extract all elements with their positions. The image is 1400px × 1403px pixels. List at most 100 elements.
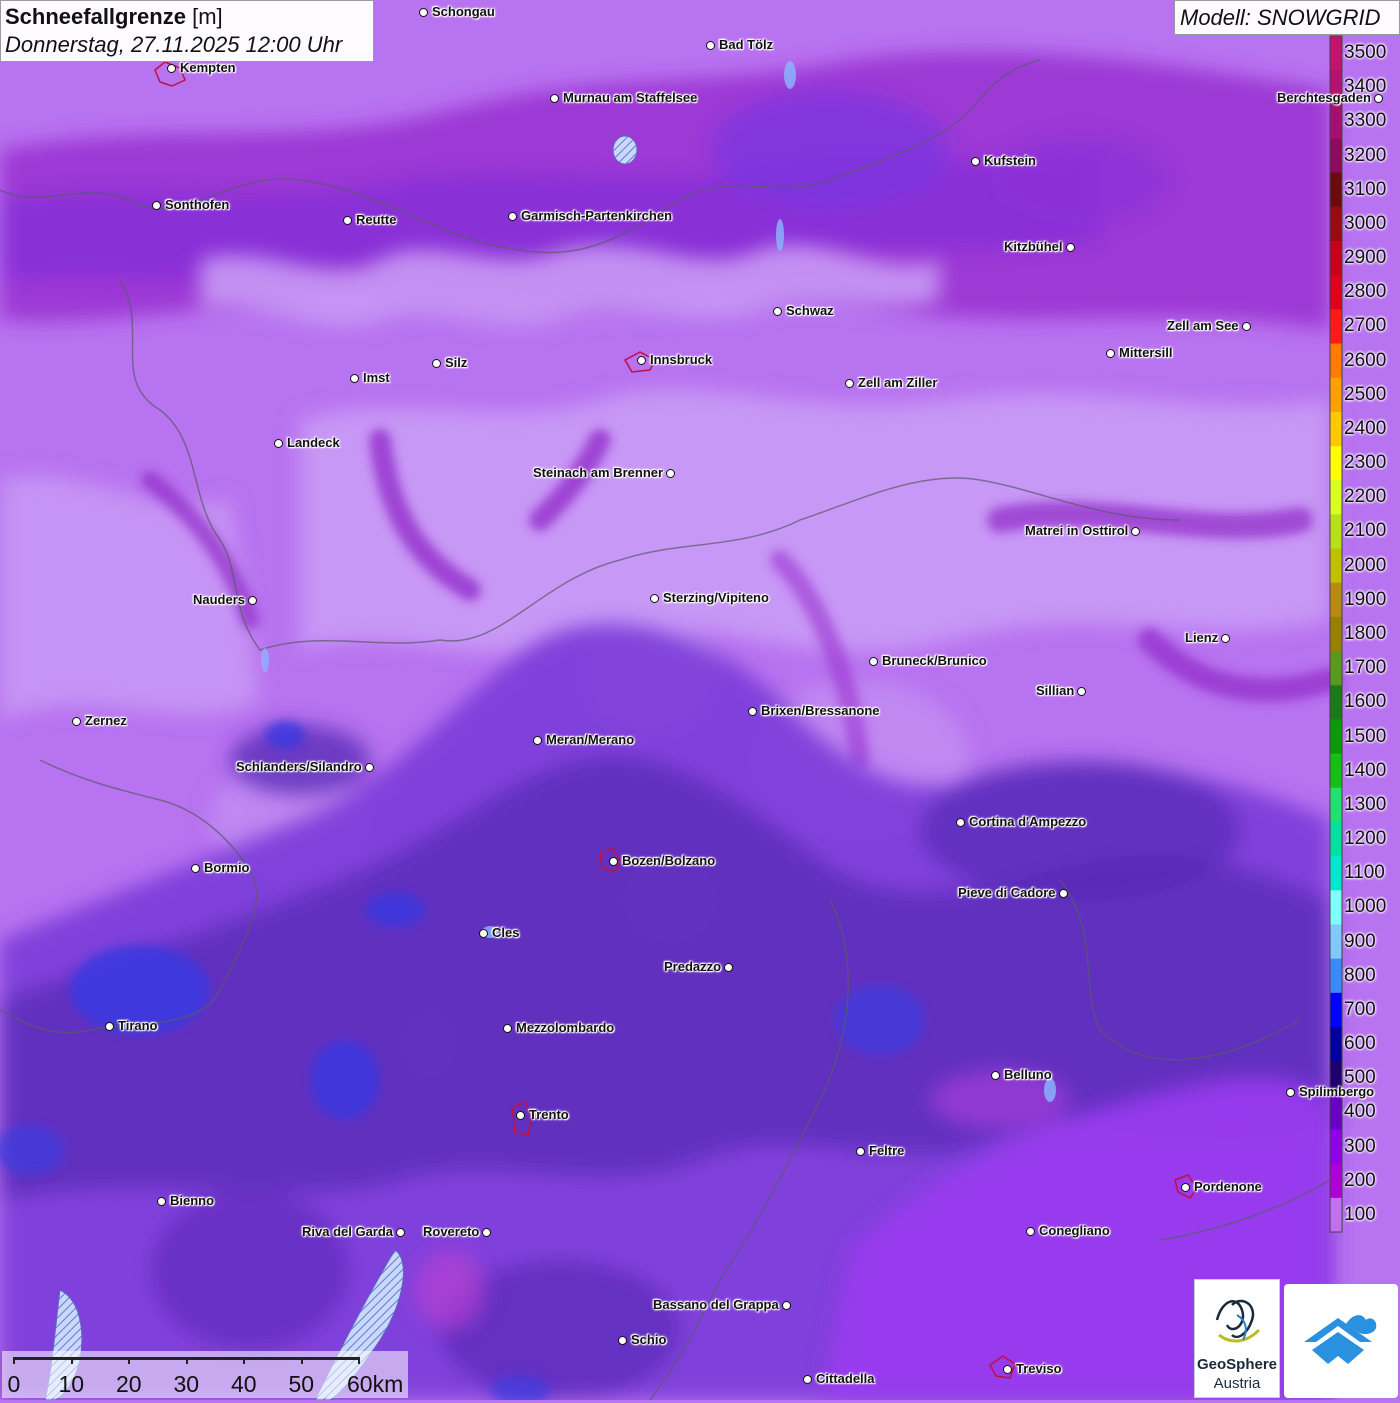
- scale-tick: [185, 1357, 188, 1364]
- city-marker[interactable]: [1003, 1365, 1012, 1374]
- scale-tick: [13, 1357, 15, 1364]
- legend-swatch: [1330, 343, 1342, 379]
- legend-label: 100: [1344, 1203, 1376, 1225]
- legend-label: 2200: [1344, 486, 1387, 508]
- city-label: Pieve di Cadore: [958, 885, 1056, 900]
- city-marker[interactable]: [157, 1197, 166, 1206]
- city-marker[interactable]: [724, 963, 733, 972]
- city-label: Bassano del Grappa: [653, 1297, 779, 1312]
- city-label: Belluno: [1004, 1067, 1052, 1082]
- city-marker[interactable]: [432, 359, 441, 368]
- city-marker[interactable]: [782, 1301, 791, 1310]
- legend-swatch: [1330, 206, 1342, 242]
- legend-swatch: [1330, 992, 1342, 1028]
- city-marker[interactable]: [748, 707, 757, 716]
- city-marker[interactable]: [1286, 1088, 1295, 1097]
- city-label: Spilimbergo: [1299, 1084, 1375, 1099]
- city-marker[interactable]: [482, 1228, 491, 1237]
- legend-label: 2400: [1344, 417, 1387, 439]
- city-label: Brixen/Bressanone: [761, 703, 880, 718]
- city-marker[interactable]: [869, 657, 878, 666]
- legend-swatch: [1330, 924, 1342, 960]
- city-marker[interactable]: [609, 857, 618, 866]
- city-marker[interactable]: [803, 1375, 812, 1384]
- city-marker[interactable]: [1374, 94, 1383, 103]
- legend-swatch: [1330, 1197, 1342, 1233]
- city-label: Garmisch-Partenkirchen: [521, 208, 673, 223]
- city-marker[interactable]: [971, 157, 980, 166]
- city-marker[interactable]: [845, 379, 854, 388]
- city-marker[interactable]: [1026, 1227, 1035, 1236]
- city-marker[interactable]: [1242, 322, 1251, 331]
- city-marker[interactable]: [956, 818, 965, 827]
- snowgrid-logo-icon: [1304, 1315, 1377, 1364]
- city-marker[interactable]: [1059, 889, 1068, 898]
- city-marker[interactable]: [191, 864, 200, 873]
- city-marker[interactable]: [105, 1022, 114, 1031]
- city-marker[interactable]: [666, 469, 675, 478]
- legend-label: 3200: [1344, 144, 1387, 166]
- city-marker[interactable]: [1106, 349, 1115, 358]
- model-label: Modell: SNOWGRID: [1174, 0, 1400, 35]
- city-label: Sonthofen: [165, 197, 230, 212]
- city-label: Bruneck/Brunico: [882, 653, 987, 668]
- city-marker[interactable]: [396, 1228, 405, 1237]
- city-marker[interactable]: [1066, 243, 1075, 252]
- city-marker[interactable]: [274, 439, 283, 448]
- city-marker[interactable]: [479, 929, 488, 938]
- title-unit: [m]: [192, 4, 223, 29]
- legend-swatch: [1330, 377, 1342, 413]
- scale-tick: [128, 1357, 130, 1364]
- city-marker[interactable]: [637, 356, 646, 365]
- city-label: Predazzo: [664, 959, 722, 974]
- scale-label: 20: [116, 1371, 142, 1397]
- city-marker[interactable]: [516, 1111, 525, 1120]
- legend-swatch: [1330, 36, 1342, 71]
- city-marker[interactable]: [773, 307, 782, 316]
- city-marker[interactable]: [856, 1147, 865, 1156]
- city-marker[interactable]: [419, 8, 428, 17]
- city-marker[interactable]: [1181, 1183, 1190, 1192]
- city-marker[interactable]: [1077, 687, 1086, 696]
- city-label: Kitzbühel: [1004, 239, 1063, 254]
- legend-swatch: [1330, 446, 1342, 481]
- city-marker[interactable]: [618, 1336, 627, 1345]
- legend-swatch: [1330, 241, 1342, 276]
- legend-label: 400: [1344, 1101, 1376, 1123]
- city-marker[interactable]: [550, 94, 559, 103]
- city-label: Schio: [631, 1332, 667, 1347]
- snowgrid-logo[interactable]: [1284, 1284, 1398, 1398]
- city-marker[interactable]: [706, 41, 715, 50]
- city-marker[interactable]: [991, 1071, 1000, 1080]
- scale-label: 30: [173, 1371, 200, 1397]
- legend-label: 1500: [1344, 725, 1387, 747]
- city-marker[interactable]: [1131, 527, 1140, 536]
- city-marker[interactable]: [508, 212, 517, 221]
- city-label: Zernez: [85, 713, 127, 728]
- legend-swatch: [1330, 411, 1342, 447]
- city-marker[interactable]: [343, 216, 352, 225]
- city-marker[interactable]: [365, 763, 374, 772]
- city-marker[interactable]: [152, 201, 161, 210]
- city-marker[interactable]: [72, 717, 81, 726]
- legend-label: 1800: [1344, 623, 1387, 644]
- legend-swatch: [1330, 138, 1342, 174]
- legend-swatch: [1330, 753, 1342, 789]
- city-label: Kufstein: [984, 153, 1036, 168]
- city-marker[interactable]: [533, 736, 542, 745]
- geosphere-logo[interactable]: GeoSphere Austria: [1194, 1279, 1280, 1398]
- city-label: Rovereto: [423, 1224, 480, 1239]
- city-marker[interactable]: [503, 1024, 512, 1033]
- legend-swatch: [1330, 172, 1342, 208]
- city-label: Pordenone: [1194, 1179, 1262, 1194]
- city-label: Trento: [529, 1107, 569, 1122]
- legend-swatch: [1330, 309, 1342, 345]
- city-label: Mittersill: [1119, 345, 1173, 360]
- city-marker[interactable]: [650, 594, 659, 603]
- city-label: Zell am Ziller: [858, 375, 938, 390]
- city-marker[interactable]: [350, 374, 359, 383]
- city-marker[interactable]: [248, 596, 257, 605]
- city-marker[interactable]: [167, 64, 176, 73]
- city-marker[interactable]: [1221, 634, 1230, 643]
- city-label: Bormio: [204, 860, 250, 875]
